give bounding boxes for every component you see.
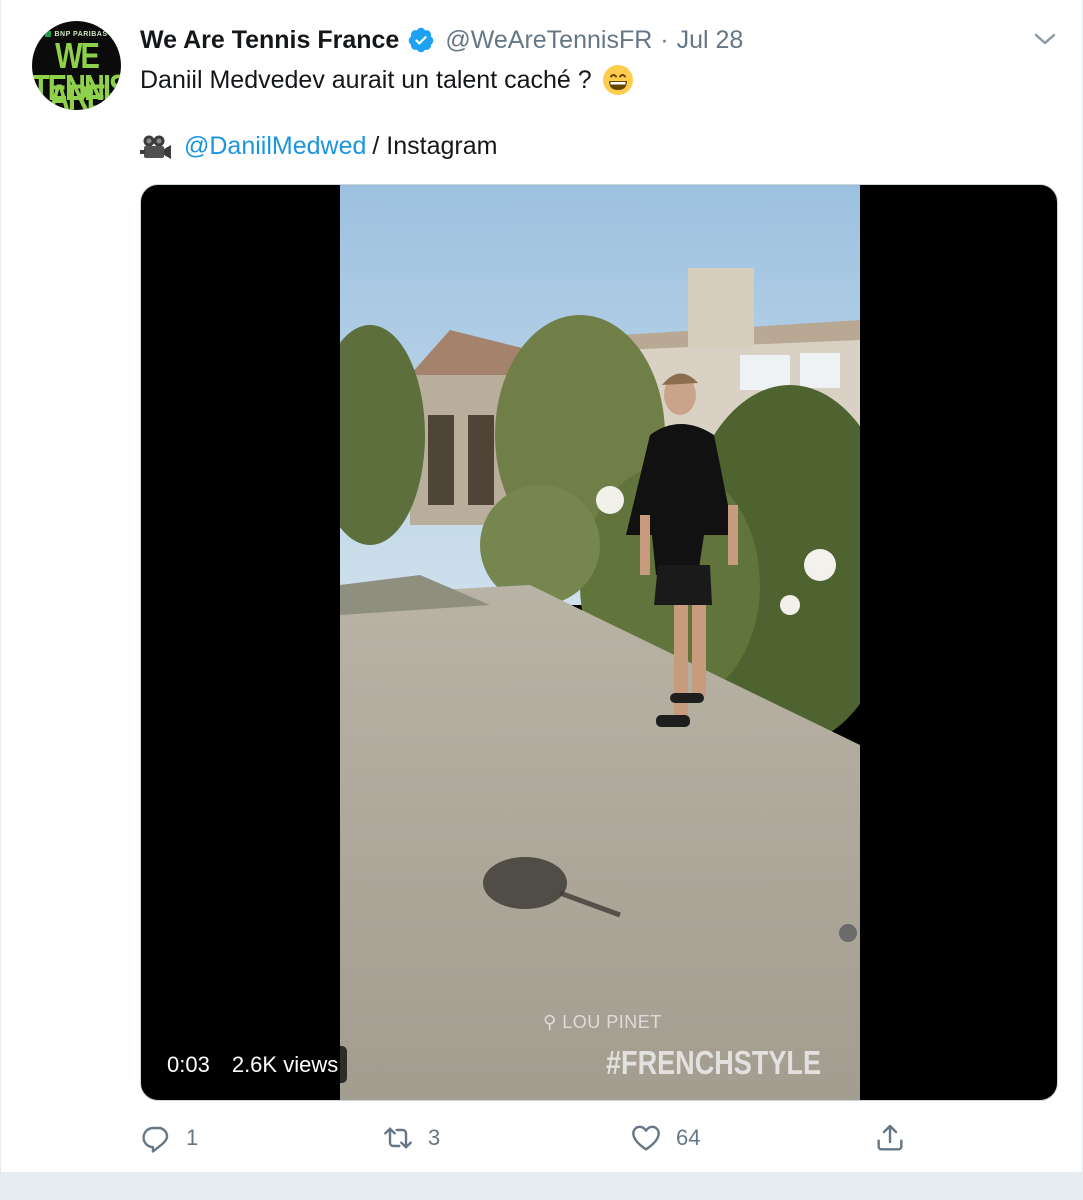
avatar[interactable]: BNP PARIBAS WE ARE TENNIS [32,21,121,110]
heart-icon [632,1125,660,1151]
retweet-button[interactable]: 3 [382,1120,440,1156]
verified-badge-icon [407,26,435,54]
tweet-actions: 1 3 64 [140,1120,920,1156]
source-text: / Instagram [372,132,498,160]
video-stats-badge: 0:03 2.6K views [158,1046,348,1083]
reply-count: 1 [186,1125,199,1150]
video-views: 2.6K views [231,1051,339,1077]
tweet-text: Daniil Medvedev aurait un talent caché ? [140,65,592,94]
timeline-divider [0,1172,1083,1200]
mention-link[interactable]: @DaniilMedwed [184,132,366,161]
location-text: LOU PINET [562,1012,662,1032]
share-icon [877,1124,903,1151]
tweet-header: We Are Tennis France @WeAreTennisFR · Ju… [140,24,743,56]
tweet-text-line2: @DaniilMedwed / Instagram [140,132,497,161]
reply-button[interactable]: 1 [140,1120,198,1156]
retweet-icon [384,1127,412,1149]
tweet-card[interactable]: BNP PARIBAS WE ARE TENNIS We Are Tennis … [0,0,1083,1172]
video-timestamp: 0:03 [167,1051,210,1077]
reply-icon [142,1126,169,1153]
grinning-face-icon [602,64,634,96]
location-pin-icon: ⚲ [543,1012,557,1032]
hashtag-sticker: #FRENCHSTYLE [606,1044,822,1081]
tweet-date[interactable]: Jul 28 [677,26,744,55]
display-name[interactable]: We Are Tennis France [140,26,399,55]
like-count: 64 [676,1125,701,1150]
header-separator: · [660,25,669,54]
video-frame[interactable] [340,185,860,1100]
retweet-count: 3 [428,1125,441,1150]
like-button[interactable]: 64 [630,1120,700,1156]
avatar-line2: TENNIS [32,68,121,109]
video-player[interactable]: 0:03 2.6K views [140,184,1058,1101]
handle[interactable]: @WeAreTennisFR [445,26,652,55]
tweet-text-line1: Daniil Medvedev aurait un talent caché ? [140,64,634,96]
share-button[interactable] [874,1120,906,1156]
movie-camera-icon [140,133,174,161]
video-thumbnail [340,185,860,1100]
chevron-down-icon[interactable] [1031,29,1059,49]
location-sticker: ⚲ LOU PINET [543,1012,662,1033]
